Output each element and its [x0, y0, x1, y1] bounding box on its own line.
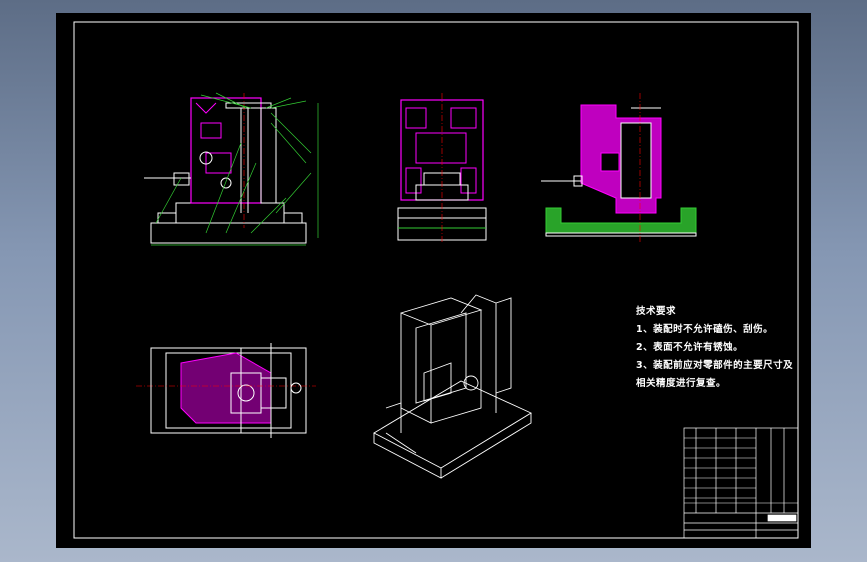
technical-notes: 技术要求 1、装配时不允许磕伤、刮伤。 2、表面不允许有锈蚀。 3、装配前应对零…: [636, 303, 793, 393]
isometric-view: [373, 294, 532, 479]
note-4: 相关精度进行复查。: [636, 378, 727, 389]
note-1: 1、装配时不允许磕伤、刮伤。: [636, 324, 774, 335]
side-view: [397, 93, 487, 243]
note-3: 3、装配前应对零部件的主要尺寸及: [636, 360, 794, 371]
top-view: [136, 343, 316, 438]
note-2: 2、表面不允许有锈蚀。: [636, 342, 744, 353]
notes-title: 技术要求: [636, 306, 677, 317]
section-view: [541, 93, 697, 243]
front-view: [144, 92, 319, 246]
drawing-canvas: 技术要求 1、装配时不允许磕伤、刮伤。 2、表面不允许有锈蚀。 3、装配前应对零…: [56, 13, 811, 548]
title-block: [683, 427, 799, 539]
cad-drawing: [73, 21, 799, 539]
